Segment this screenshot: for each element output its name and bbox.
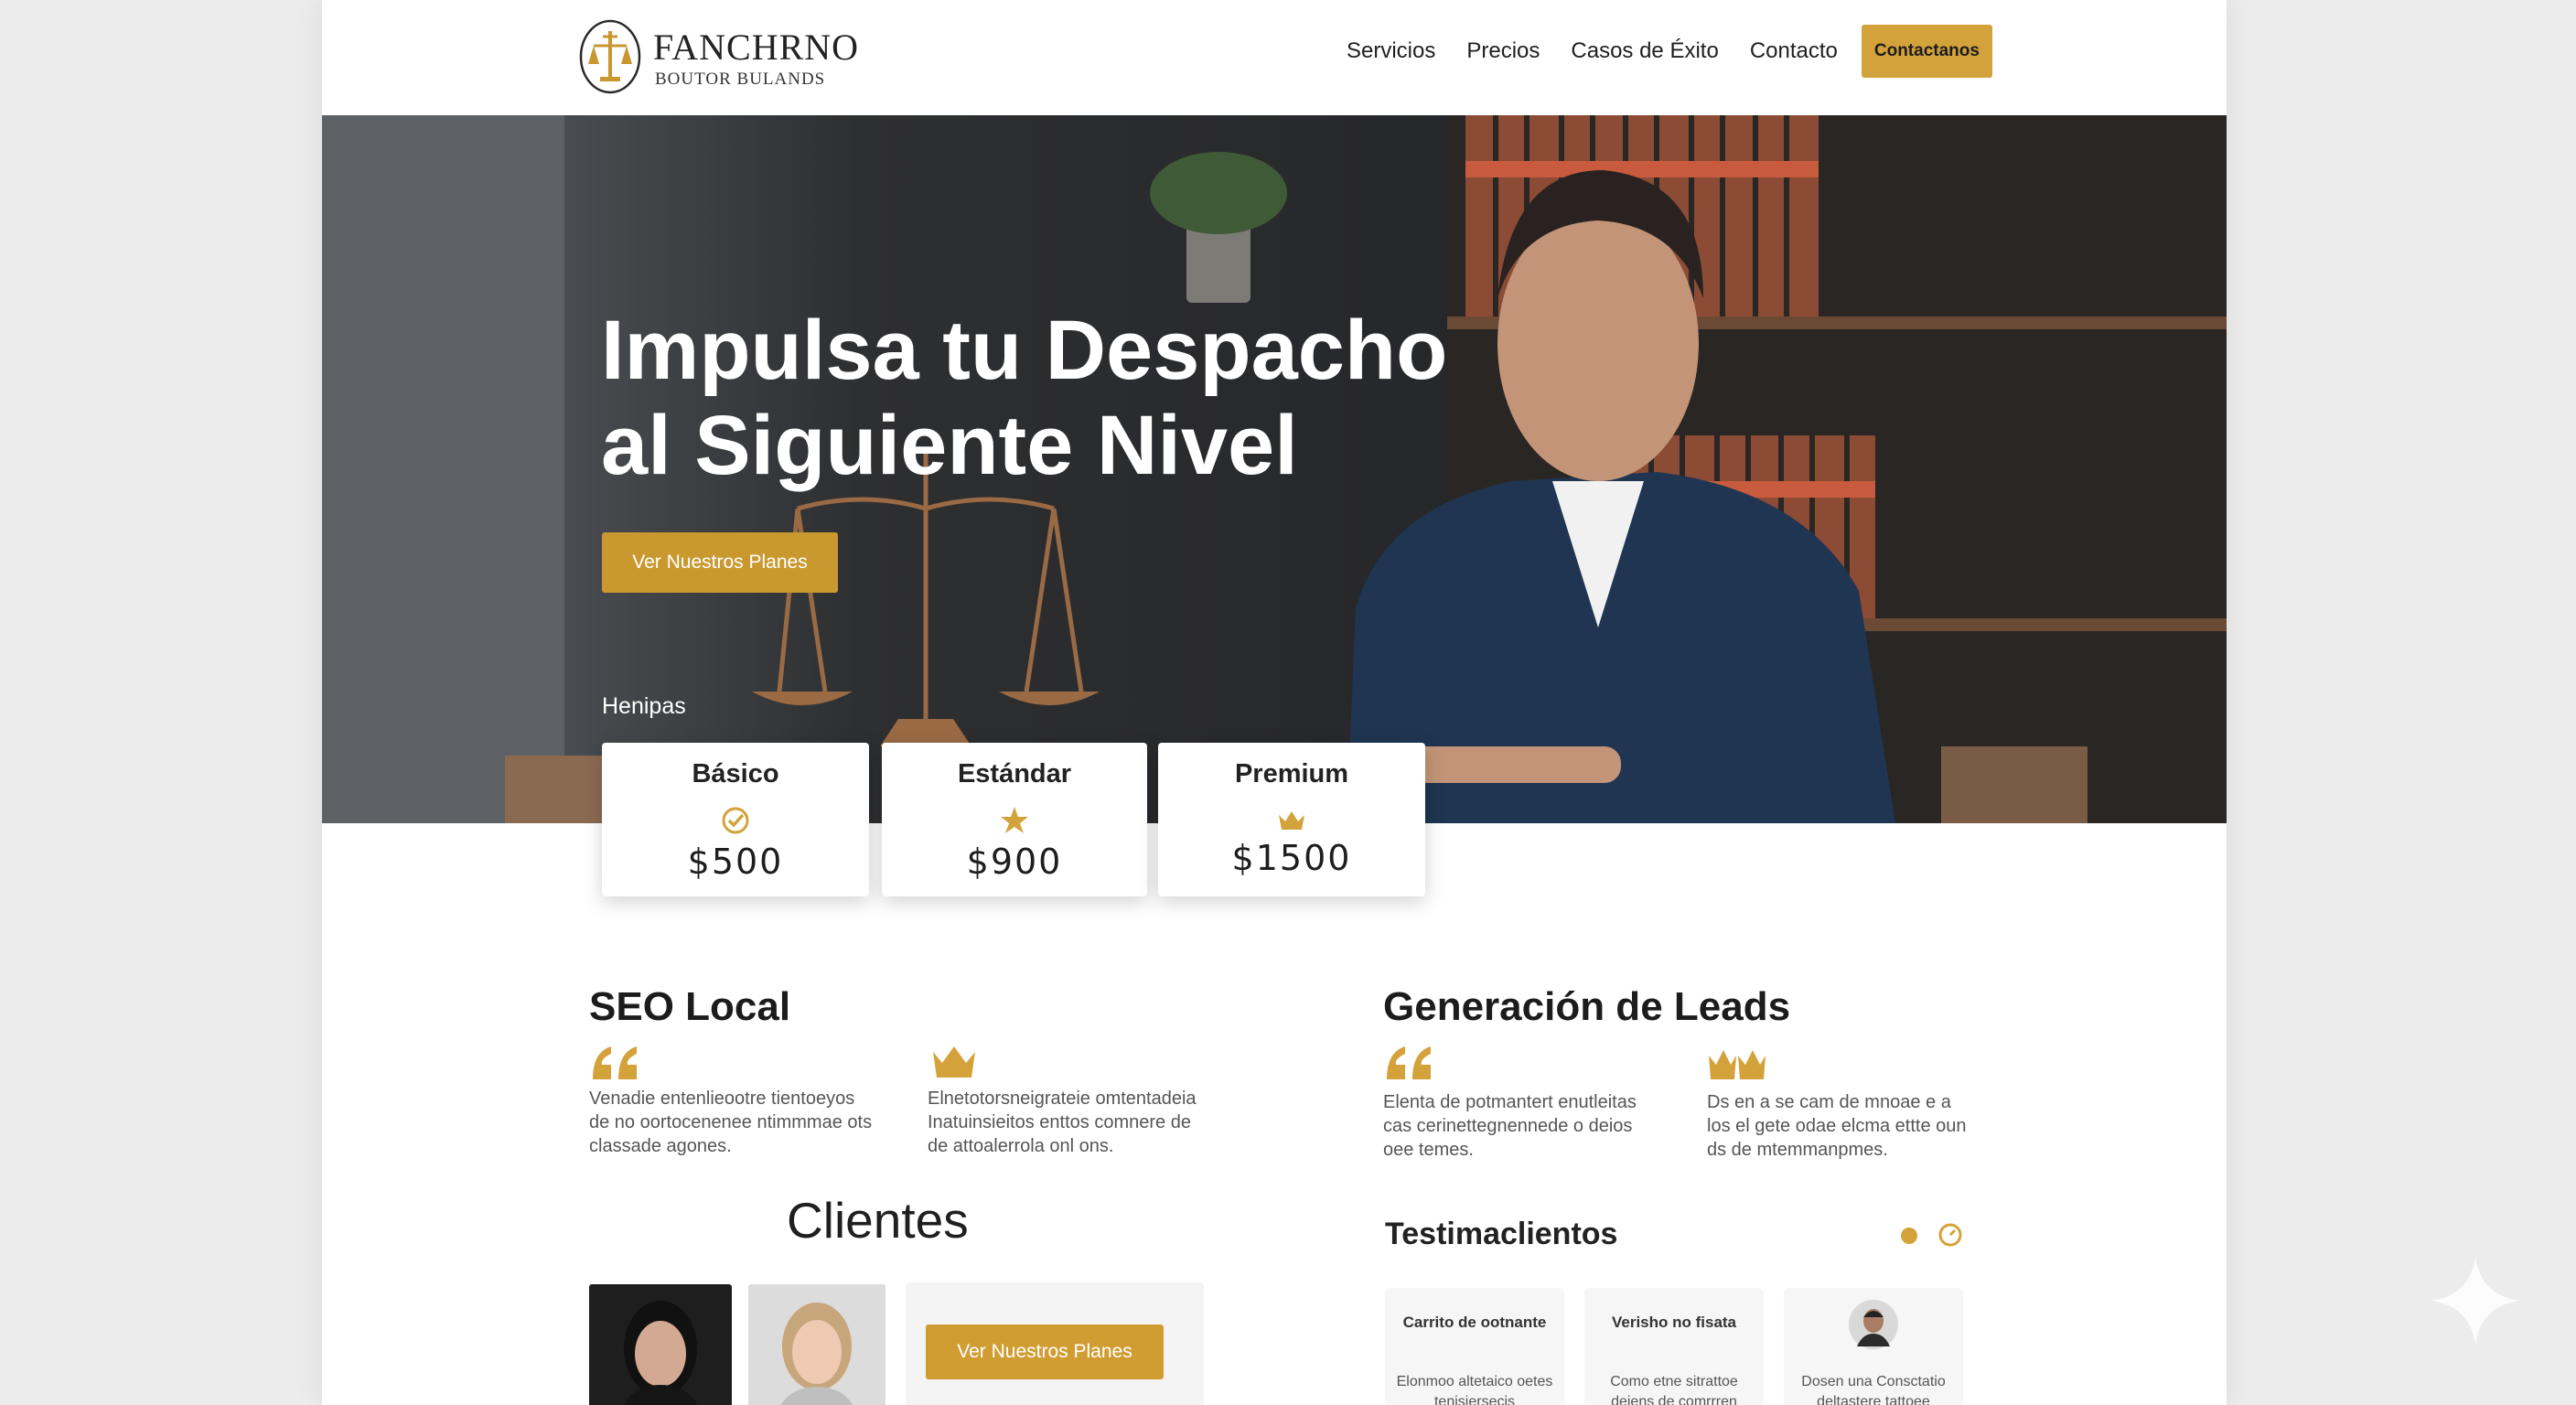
clients-title: Clientes xyxy=(787,1192,969,1249)
plan-name: Premium xyxy=(1234,759,1349,788)
quote-icon xyxy=(593,1046,637,1079)
hero-headline: Impulsa tu Despacho al Siguiente Nivel xyxy=(601,303,1447,493)
client-photo xyxy=(589,1284,732,1405)
nav-item-servicios[interactable]: Servicios xyxy=(1347,38,1435,64)
testimonial-name: Carrito de ootnante xyxy=(1402,1314,1547,1331)
quote-icon xyxy=(1387,1046,1431,1079)
plan-price: $900 xyxy=(966,842,1063,882)
carousel-dot[interactable] xyxy=(1901,1228,1917,1244)
testimonial-card[interactable]: Carrito de ootnante Elonmoo altetaico oe… xyxy=(1385,1288,1564,1405)
testimonial-text: Como etne sitrattoe deiens de comrrren xyxy=(1610,1374,1738,1405)
star-icon xyxy=(1001,807,1028,833)
leads-text-1: Elenta de potmantert enutleitas cas ceri… xyxy=(1383,1092,1637,1160)
testimonial-text: Dosen una Consctatio deltastere tattoee xyxy=(1801,1374,1946,1405)
check-circle-icon xyxy=(722,807,749,834)
plan-card-basico[interactable]: Básico $500 xyxy=(602,743,869,896)
leads-text-2: Ds en a se cam de mnoae e a los el gete … xyxy=(1707,1092,1967,1160)
hero-headline-line-2: al Siguiente Nivel xyxy=(601,399,1298,492)
plans-subheading: Henipas xyxy=(602,693,686,719)
testimonial-card[interactable]: Dosen una Consctatio deltastere tattoee xyxy=(1784,1288,1963,1405)
crown-icon xyxy=(1279,811,1304,830)
brand-tagline: BOUTOR BULANDS xyxy=(655,70,826,89)
brand-logo[interactable]: FANCHRNO BOUTOR BULANDS xyxy=(578,16,858,99)
plan-card-estandar[interactable]: Estándar $900 xyxy=(882,743,1147,896)
scales-emblem-icon xyxy=(579,19,641,94)
plan-name: Estándar xyxy=(957,759,1072,788)
client-portrait-2 xyxy=(780,1303,853,1405)
hero-headline-line-1: Impulsa tu Despacho xyxy=(601,304,1448,397)
avatar xyxy=(1849,1300,1898,1349)
client-photo xyxy=(748,1284,886,1405)
client-portrait-1 xyxy=(623,1301,698,1405)
nav-item-precios[interactable]: Precios xyxy=(1466,38,1540,64)
plan-price: $500 xyxy=(687,842,784,882)
nav-item-contacto[interactable]: Contacto xyxy=(1750,38,1838,64)
plan-card-premium[interactable]: Premium $1500 xyxy=(1158,743,1425,896)
nav-item-casos-de-exito[interactable]: Casos de Éxito xyxy=(1571,38,1718,64)
testimonials-title: Testimaclientos xyxy=(1385,1217,1618,1251)
clients-cta-panel: Ver Nuestros Planes xyxy=(906,1282,1204,1405)
crowns-icon xyxy=(1709,1050,1766,1079)
clock-icon[interactable] xyxy=(1937,1222,1963,1248)
brand-name: FANCHRNO xyxy=(653,27,860,68)
main-nav: Servicios Precios Casos de Éxito Contact… xyxy=(1347,25,2023,78)
landing-page: FANCHRNO BOUTOR BULANDS Servicios Precio… xyxy=(322,0,2227,1405)
seo-local-text-2: Elnetotorsneigrateie omtentadeia Inatuin… xyxy=(928,1089,1197,1156)
seo-local-text-1: Venadie entenlieootre tientoeyos de no o… xyxy=(589,1089,873,1156)
crown-icon xyxy=(933,1046,975,1078)
testimonial-card[interactable]: Verisho no fisata Como etne sitrattoe de… xyxy=(1584,1288,1764,1405)
plan-price: $1500 xyxy=(1231,838,1352,878)
sparkle-icon xyxy=(2431,1257,2519,1345)
contact-button[interactable]: Contactanos xyxy=(1861,25,1992,78)
view-plans-button-secondary[interactable]: Ver Nuestros Planes xyxy=(926,1325,1164,1379)
seo-local-title: SEO Local xyxy=(589,984,791,1029)
site-header: FANCHRNO BOUTOR BULANDS Servicios Precio… xyxy=(322,0,2227,115)
view-plans-button[interactable]: Ver Nuestros Planes xyxy=(602,532,838,593)
leads-title: Generación de Leads xyxy=(1383,984,1791,1029)
testimonial-name: Verisho no fisata xyxy=(1611,1314,1737,1331)
plan-name: Básico xyxy=(692,759,779,788)
hero-section: Impulsa tu Despacho al Siguiente Nivel V… xyxy=(322,115,2227,823)
testimonial-text: Elonmoo altetaico oetes tenisiersecis xyxy=(1396,1374,1553,1405)
